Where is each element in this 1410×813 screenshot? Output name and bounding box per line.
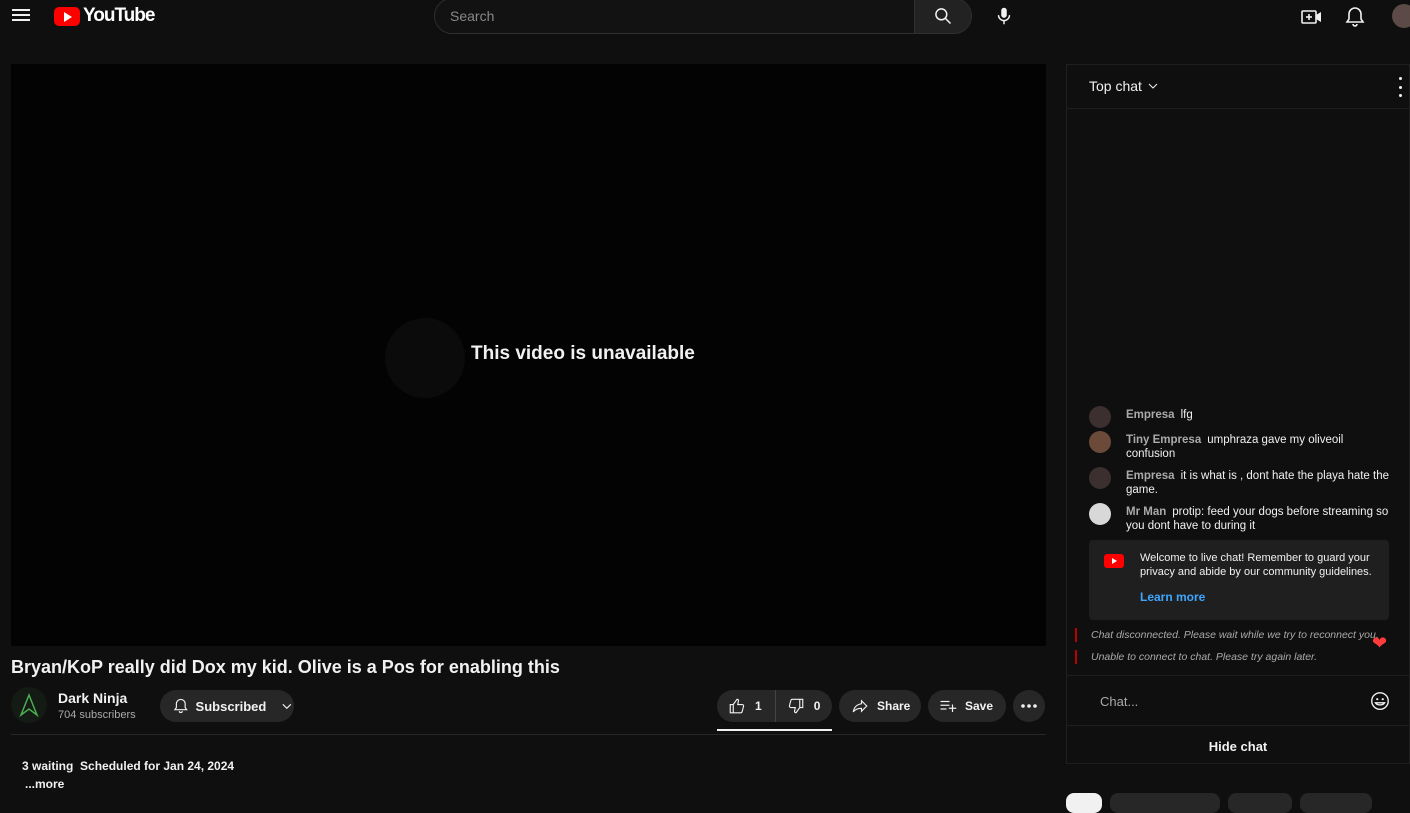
chat-input[interactable] [1089, 688, 1349, 714]
unavailable-message: This video is unavailable [471, 343, 695, 364]
subscribed-label: Subscribed [195, 698, 267, 714]
masthead: YouTube [0, 0, 1410, 36]
description-stats[interactable]: 3 waiting Scheduled for Jan 24, 2024 [22, 759, 234, 773]
chat-header: Top chat [1067, 65, 1409, 109]
chip[interactable] [1066, 793, 1102, 813]
like-count: 1 [755, 699, 762, 713]
dislike-count: 0 [813, 699, 821, 713]
add-to-playlist-icon [940, 700, 957, 712]
account-avatar[interactable] [1392, 4, 1410, 28]
search-button[interactable] [914, 0, 971, 33]
chat-author-avatar[interactable] [1089, 467, 1111, 489]
youtube-logo[interactable]: YouTube [54, 5, 155, 27]
chat-text: lfg [1180, 409, 1193, 421]
system-message: Unable to connect to chat. Please try ag… [1075, 650, 1395, 664]
emoji-icon[interactable] [1369, 690, 1391, 712]
chip[interactable] [1228, 793, 1292, 813]
chat-message: Empresa it is what is , dont hate the pla… [1089, 467, 1389, 497]
chip[interactable] [1110, 793, 1220, 813]
chat-mode-dropdown[interactable]: Top chat [1089, 78, 1159, 94]
live-chat-panel: Top chat Empresa lfg Tiny Empresa umphraza… [1066, 64, 1410, 764]
waiting-count: 3 waiting [22, 759, 74, 773]
video-player[interactable]: This video is unavailable [11, 64, 1046, 646]
thumbs-down-icon [788, 698, 803, 714]
learn-more-link[interactable]: Learn more [1140, 590, 1205, 604]
thumbs-up-icon [729, 698, 745, 714]
logo-text: YouTube [83, 5, 155, 26]
youtube-play-logo-icon [54, 6, 80, 26]
like-underline [717, 729, 832, 731]
ninja-logo-icon [11, 687, 47, 723]
hide-chat-button[interactable]: Hide chat [1067, 726, 1409, 766]
chat-author[interactable]: Empresa [1126, 409, 1175, 421]
channel-avatar[interactable] [11, 687, 47, 723]
unavailable-icon [385, 318, 465, 398]
chat-author[interactable]: Empresa [1126, 470, 1175, 482]
create-video-icon[interactable] [1300, 5, 1324, 29]
hamburger-menu-icon[interactable] [12, 6, 34, 28]
heart-icon[interactable]: ❤ [1372, 633, 1387, 654]
bell-icon [173, 698, 188, 714]
more-horizontal-icon [1021, 704, 1037, 708]
chat-author-avatar[interactable] [1089, 406, 1111, 428]
dislike-button[interactable]: 0 [776, 690, 834, 722]
chat-input-row [1067, 675, 1409, 725]
chat-mode-label: Top chat [1089, 78, 1142, 94]
chat-message: Empresa lfg [1089, 406, 1389, 428]
subscriber-count: 704 subscribers [58, 709, 136, 721]
share-icon [852, 699, 868, 713]
chevron-down-icon [1148, 83, 1158, 89]
youtube-logo-icon [1104, 554, 1124, 568]
related-chips [1066, 793, 1372, 813]
microphone-icon[interactable] [993, 5, 1015, 27]
video-title: Bryan/KoP really did Dox my kid. Olive i… [11, 657, 560, 677]
divider [11, 734, 1046, 735]
chip[interactable] [1300, 793, 1372, 813]
chat-welcome-banner: Welcome to live chat! Remember to guard … [1089, 540, 1389, 620]
chat-author[interactable]: Mr Man [1126, 506, 1166, 518]
share-label: Share [877, 699, 911, 713]
chat-author-avatar[interactable] [1089, 431, 1111, 453]
scheduled-date: Scheduled for Jan 24, 2024 [80, 759, 235, 773]
bell-icon[interactable] [1343, 5, 1367, 29]
chat-message: Mr Man protip: feed your dogs before stre… [1089, 503, 1389, 533]
chat-message: Tiny Empresa umphraza gave my oliveoil co… [1089, 431, 1389, 461]
save-label: Save [965, 699, 994, 713]
search-input[interactable] [435, 0, 914, 33]
like-dislike-group: 1 0 [717, 690, 832, 722]
search-bar [434, 0, 972, 34]
subscribed-button[interactable]: Subscribed [160, 690, 294, 722]
share-button[interactable]: Share [839, 690, 921, 722]
chat-author-avatar[interactable] [1089, 503, 1111, 525]
system-message: Chat disconnected. Please wait while we … [1075, 628, 1395, 642]
chat-author[interactable]: Tiny Empresa [1126, 434, 1201, 446]
channel-name[interactable]: Dark Ninja [58, 690, 127, 706]
search-icon [935, 8, 952, 25]
hide-chat-row: Hide chat [1067, 725, 1409, 765]
description-more-link[interactable]: ...more [25, 777, 64, 791]
save-button[interactable]: Save [928, 690, 1006, 722]
chat-menu-kebab-icon[interactable] [1397, 77, 1403, 97]
welcome-text: Welcome to live chat! Remember to guard … [1140, 552, 1372, 578]
more-actions-button[interactable] [1013, 690, 1045, 722]
chevron-down-icon [282, 703, 292, 710]
like-button[interactable]: 1 [717, 690, 776, 722]
